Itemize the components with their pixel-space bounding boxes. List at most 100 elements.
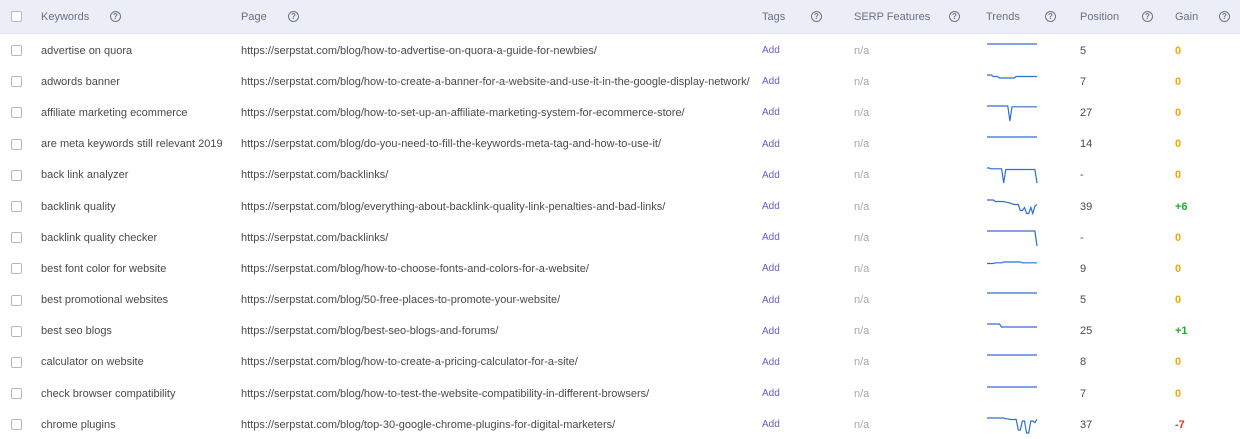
page-url-link[interactable]: https://serpstat.com/blog/how-to-test-th… [241,377,649,408]
checkbox-box[interactable] [11,388,22,400]
position-value: 7 [1080,387,1087,400]
keyword-cell: backlink quality checker [41,231,158,244]
trend-sparkline [986,252,1038,283]
row-checkbox[interactable] [11,96,22,127]
row-checkbox[interactable] [11,377,22,408]
question-icon[interactable]: ? [1142,11,1153,22]
checkbox-box[interactable] [11,294,22,306]
sparkline-chart [987,323,1037,328]
add-tag-link[interactable]: Add [762,65,780,96]
checkbox-box[interactable] [11,263,22,275]
add-tag-link[interactable]: Add [762,252,780,283]
table-header: Keywords ? Page ? Tags ? SERP Features ?… [0,0,1240,34]
checkbox-box[interactable] [11,45,22,57]
add-tag-link[interactable]: Add [762,34,780,65]
add-tag-link[interactable]: Add [762,96,780,127]
question-icon[interactable]: ? [811,11,822,22]
position-value: - [1080,231,1084,244]
question-icon[interactable]: ? [288,11,299,22]
checkbox-box[interactable] [11,107,22,119]
sparkline-chart [987,417,1038,434]
row-checkbox[interactable] [11,408,22,439]
sparkline-chart [987,167,1038,184]
keyword-cell: affiliate marketing ecommerce [41,106,188,119]
gain-value: 0 [1175,106,1182,119]
page-url-link[interactable]: https://serpstat.com/blog/do-you-need-to… [241,128,661,159]
serp-features-value: n/a [854,356,870,369]
column-header-serp-features[interactable]: SERP Features [854,0,930,33]
add-tag-link[interactable]: Add [762,284,780,315]
checkbox-box[interactable] [11,419,22,431]
gain-value: 0 [1175,294,1182,307]
page-url-link[interactable]: https://serpstat.com/blog/how-to-set-up-… [241,96,685,127]
position-value: 37 [1080,418,1093,431]
keyword-cell: best font color for website [41,262,167,275]
row-checkbox[interactable] [11,221,22,252]
add-tag-link[interactable]: Add [762,315,780,346]
gain-value: 0 [1175,44,1182,57]
question-icon[interactable]: ? [949,11,960,22]
row-checkbox[interactable] [11,34,22,65]
table-row: affiliate marketing ecommerce https://se… [0,96,1240,127]
position-value: 27 [1080,106,1093,119]
help-icon[interactable]: ? [1142,0,1153,33]
row-checkbox[interactable] [11,284,22,315]
trend-sparkline [986,221,1038,252]
position-value: 14 [1080,138,1093,151]
checkbox-box[interactable] [11,76,22,88]
add-tag-link[interactable]: Add [762,221,780,252]
help-icon[interactable]: ? [1045,0,1056,33]
add-tag-link[interactable]: Add [762,128,780,159]
checkbox-box[interactable] [11,356,22,368]
column-header-keywords[interactable]: Keywords [41,0,89,33]
checkbox-box[interactable] [11,11,22,22]
row-checkbox[interactable] [11,128,22,159]
checkbox-box[interactable] [11,138,22,150]
row-checkbox[interactable] [11,190,22,221]
page-url-link[interactable]: https://serpstat.com/blog/best-seo-blogs… [241,315,498,346]
serp-features-value: n/a [854,387,870,400]
page-url-link[interactable]: https://serpstat.com/blog/how-to-create-… [241,65,750,96]
select-all-checkbox[interactable] [11,0,22,33]
question-icon[interactable]: ? [1219,11,1230,22]
add-tag-link[interactable]: Add [762,190,780,221]
position-value: 9 [1080,262,1087,275]
page-url-link[interactable]: https://serpstat.com/blog/everything-abo… [241,190,665,221]
table-row: best seo blogs https://serpstat.com/blog… [0,315,1240,346]
page-url-link[interactable]: https://serpstat.com/blog/how-to-choose-… [241,252,589,283]
help-icon[interactable]: ? [811,0,822,33]
column-header-gain[interactable]: Gain [1175,0,1198,33]
page-url-link[interactable]: https://serpstat.com/backlinks/ [241,159,388,190]
checkbox-box[interactable] [11,325,22,337]
add-tag-link[interactable]: Add [762,159,780,190]
page-url-link[interactable]: https://serpstat.com/blog/how-to-adverti… [241,34,597,65]
help-icon[interactable]: ? [288,0,299,33]
help-icon[interactable]: ? [949,0,960,33]
sparkline-line [987,417,1038,434]
add-tag-link[interactable]: Add [762,346,780,377]
trend-sparkline [986,96,1038,127]
help-icon[interactable]: ? [110,0,121,33]
page-url-link[interactable]: https://serpstat.com/blog/50-free-places… [241,284,560,315]
page-url-link[interactable]: https://serpstat.com/backlinks/ [241,221,388,252]
row-checkbox[interactable] [11,252,22,283]
page-url-link[interactable]: https://serpstat.com/blog/top-30-google-… [241,408,615,439]
add-tag-link[interactable]: Add [762,377,780,408]
checkbox-box[interactable] [11,201,22,213]
row-checkbox[interactable] [11,315,22,346]
help-icon[interactable]: ? [1219,0,1230,33]
column-header-page[interactable]: Page [241,0,267,33]
column-header-position[interactable]: Position [1080,0,1119,33]
checkbox-box[interactable] [11,232,22,244]
add-tag-link[interactable]: Add [762,408,780,439]
gain-value: 0 [1175,262,1182,275]
checkbox-box[interactable] [11,169,22,181]
column-header-tags[interactable]: Tags [762,0,785,33]
question-icon[interactable]: ? [110,11,121,22]
row-checkbox[interactable] [11,159,22,190]
question-icon[interactable]: ? [1045,11,1056,22]
row-checkbox[interactable] [11,65,22,96]
column-header-trends[interactable]: Trends [986,0,1020,33]
page-url-link[interactable]: https://serpstat.com/blog/how-to-create-… [241,346,578,377]
row-checkbox[interactable] [11,346,22,377]
